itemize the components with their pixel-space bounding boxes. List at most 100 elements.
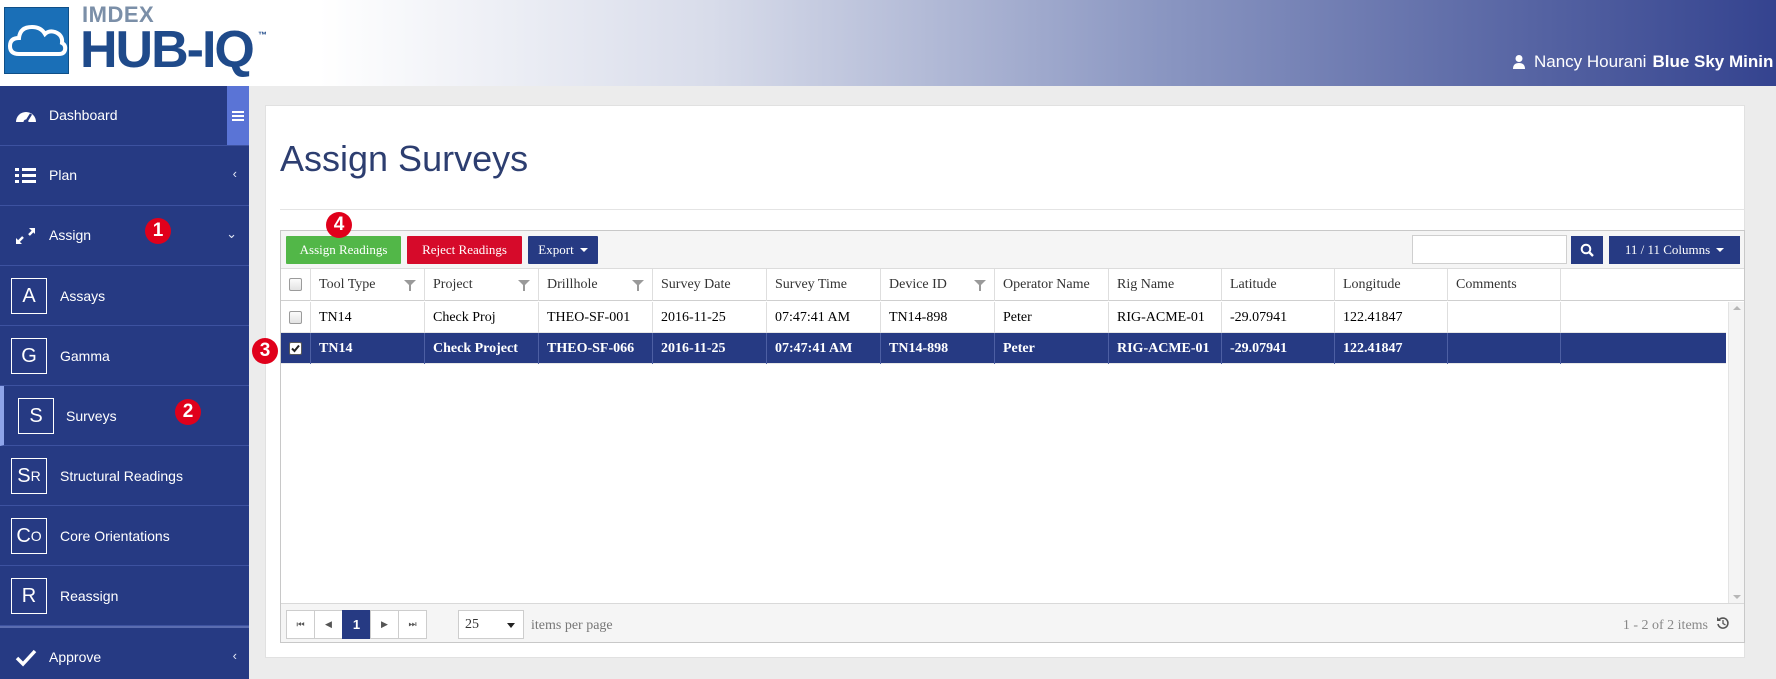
items-per-page-select[interactable]: 25	[458, 610, 524, 639]
items-info: 1 - 2 of 2 items	[1622, 618, 1708, 633]
sidebar-item-label: Dashboard	[49, 107, 118, 123]
annotation-badge-4: 4	[326, 212, 352, 238]
grid-toolbar: Assign Readings Reject Readings Export 1…	[281, 231, 1744, 269]
table-cell	[1448, 302, 1561, 333]
table-body: TN14 Check Proj THEO-SF-001 2016-11-25 0…	[281, 302, 1726, 535]
select-all-cell	[281, 269, 311, 301]
sidebar-item-label: Structural Readings	[60, 468, 183, 484]
sidebar-item-assays[interactable]: A Assays	[0, 266, 249, 326]
next-page-button[interactable]: ▶	[370, 610, 399, 639]
sidebar-item-reassign[interactable]: R Reassign	[0, 566, 249, 626]
sidebar-item-plan[interactable]: Plan ‹	[0, 146, 249, 206]
row-checkbox-checked[interactable]	[289, 342, 302, 355]
column-title: Survey Time	[775, 277, 847, 292]
column-header[interactable]: Latitude	[1222, 269, 1335, 301]
refresh-icon[interactable]	[1716, 616, 1730, 630]
column-header[interactable]: Comments	[1448, 269, 1561, 301]
filter-icon[interactable]	[518, 280, 530, 291]
table-cell: -29.07941	[1222, 333, 1335, 364]
table-cell: Peter	[995, 333, 1109, 364]
columns-menu-button[interactable]: 11 / 11 Columns	[1609, 236, 1740, 264]
sidebar-item-label: Assays	[60, 288, 106, 304]
column-header[interactable]: Longitude	[1335, 269, 1448, 301]
sidebar-toggle-button[interactable]	[227, 86, 249, 145]
column-header[interactable]: Rig Name	[1109, 269, 1222, 301]
trademark: ™	[258, 30, 267, 40]
column-header[interactable]: Tool Type	[311, 269, 425, 301]
user-icon	[1513, 55, 1525, 69]
sidebar-item-gamma[interactable]: G Gamma	[0, 326, 249, 386]
table-cell: RIG-ACME-01	[1109, 333, 1222, 364]
column-header[interactable]: Project	[425, 269, 539, 301]
current-page-button[interactable]: 1	[342, 610, 371, 639]
sidebar-item-label: Surveys	[66, 408, 117, 424]
table-cell: Peter	[995, 302, 1109, 333]
filter-icon[interactable]	[404, 280, 416, 291]
chevron-left-icon: ‹	[232, 648, 237, 663]
column-header[interactable]: Drillhole	[539, 269, 653, 301]
chevron-left-icon: ‹	[232, 166, 237, 181]
column-header[interactable]: Device ID	[881, 269, 995, 301]
column-title: Tool Type	[319, 277, 376, 292]
export-label: Export	[538, 242, 574, 257]
table-cell	[1448, 333, 1561, 364]
table-cell: TN14	[311, 333, 425, 364]
table-cell: 2016-11-25	[653, 302, 767, 333]
caret-down-icon	[579, 248, 588, 252]
sidebar-item-dashboard[interactable]: Dashboard	[0, 86, 249, 146]
table-header: Tool Type Project Drillhole Survey Date …	[281, 269, 1744, 301]
last-page-button[interactable]: ⏭	[398, 610, 427, 639]
caret-down-icon	[507, 623, 515, 628]
sidebar-item-label: Approve	[49, 649, 102, 665]
column-header[interactable]: Survey Time	[767, 269, 881, 301]
select-all-checkbox[interactable]	[289, 278, 302, 291]
column-title: Device ID	[889, 277, 947, 292]
app-header: IMDEX HUB-IQ ™ Nancy Hourani Blue Sky Mi…	[0, 0, 1776, 86]
sidebar-item-label: Core Orientations	[60, 528, 170, 544]
scroll-up-icon[interactable]	[1733, 306, 1741, 310]
sidebar-item-label: Plan	[49, 167, 78, 183]
table-cell: THEO-SF-001	[539, 302, 653, 333]
filter-icon[interactable]	[974, 280, 986, 291]
user-name: Nancy Hourani	[1534, 52, 1647, 71]
letter-c: C	[16, 524, 31, 547]
columns-label: 11 / 11 Columns	[1624, 242, 1711, 257]
table-cell: 122.41847	[1335, 302, 1448, 333]
sidebar-item-surveys[interactable]: S Surveys	[0, 386, 249, 446]
title-divider	[280, 209, 1745, 210]
reject-readings-button[interactable]: Reject Readings	[407, 236, 522, 264]
page-title: Assign Surveys	[280, 138, 529, 179]
row-checkbox[interactable]	[289, 311, 302, 324]
sidebar-item-structural-readings[interactable]: SR Structural Readings	[0, 446, 249, 506]
sidebar-item-label: Reassign	[60, 588, 119, 604]
table-row[interactable]: TN14 Check Proj THEO-SF-001 2016-11-25 0…	[281, 302, 1726, 333]
export-button[interactable]: Export	[528, 236, 598, 264]
sidebar-item-core-orientations[interactable]: CO Core Orientations	[0, 506, 249, 566]
core-orientations-letter-icon: CO	[11, 518, 47, 554]
prev-page-button[interactable]: ◀	[314, 610, 343, 639]
reassign-letter-icon: R	[11, 578, 47, 614]
vertical-scrollbar[interactable]	[1728, 302, 1744, 603]
search-button[interactable]	[1571, 236, 1603, 264]
table-cell: TN14-898	[881, 302, 995, 333]
sidebar-item-approve[interactable]: Approve ‹	[0, 626, 249, 679]
table-cell: -29.07941	[1222, 302, 1335, 333]
table-cell: RIG-ACME-01	[1109, 302, 1222, 333]
column-header[interactable]: Operator Name	[995, 269, 1109, 301]
column-title: Latitude	[1230, 277, 1277, 292]
table-cell: 07:47:41 AM	[767, 302, 881, 333]
list-icon	[15, 168, 36, 183]
user-menu[interactable]: Nancy Hourani Blue Sky Minin	[1512, 52, 1773, 72]
table-cell: Check Proj	[425, 302, 539, 333]
table-cell: THEO-SF-066	[539, 333, 653, 364]
surveys-letter-icon: S	[18, 398, 54, 434]
column-title: Comments	[1456, 277, 1517, 292]
sidebar-item-assign[interactable]: Assign ⌄	[0, 206, 249, 266]
assign-readings-button[interactable]: Assign Readings	[286, 236, 401, 264]
column-header[interactable]: Survey Date	[653, 269, 767, 301]
table-row-selected[interactable]: TN14 Check Project THEO-SF-066 2016-11-2…	[281, 333, 1726, 364]
search-input[interactable]	[1412, 235, 1567, 264]
filter-icon[interactable]	[632, 280, 644, 291]
first-page-button[interactable]: ⏮	[286, 610, 315, 639]
scroll-down-icon[interactable]	[1733, 595, 1741, 599]
